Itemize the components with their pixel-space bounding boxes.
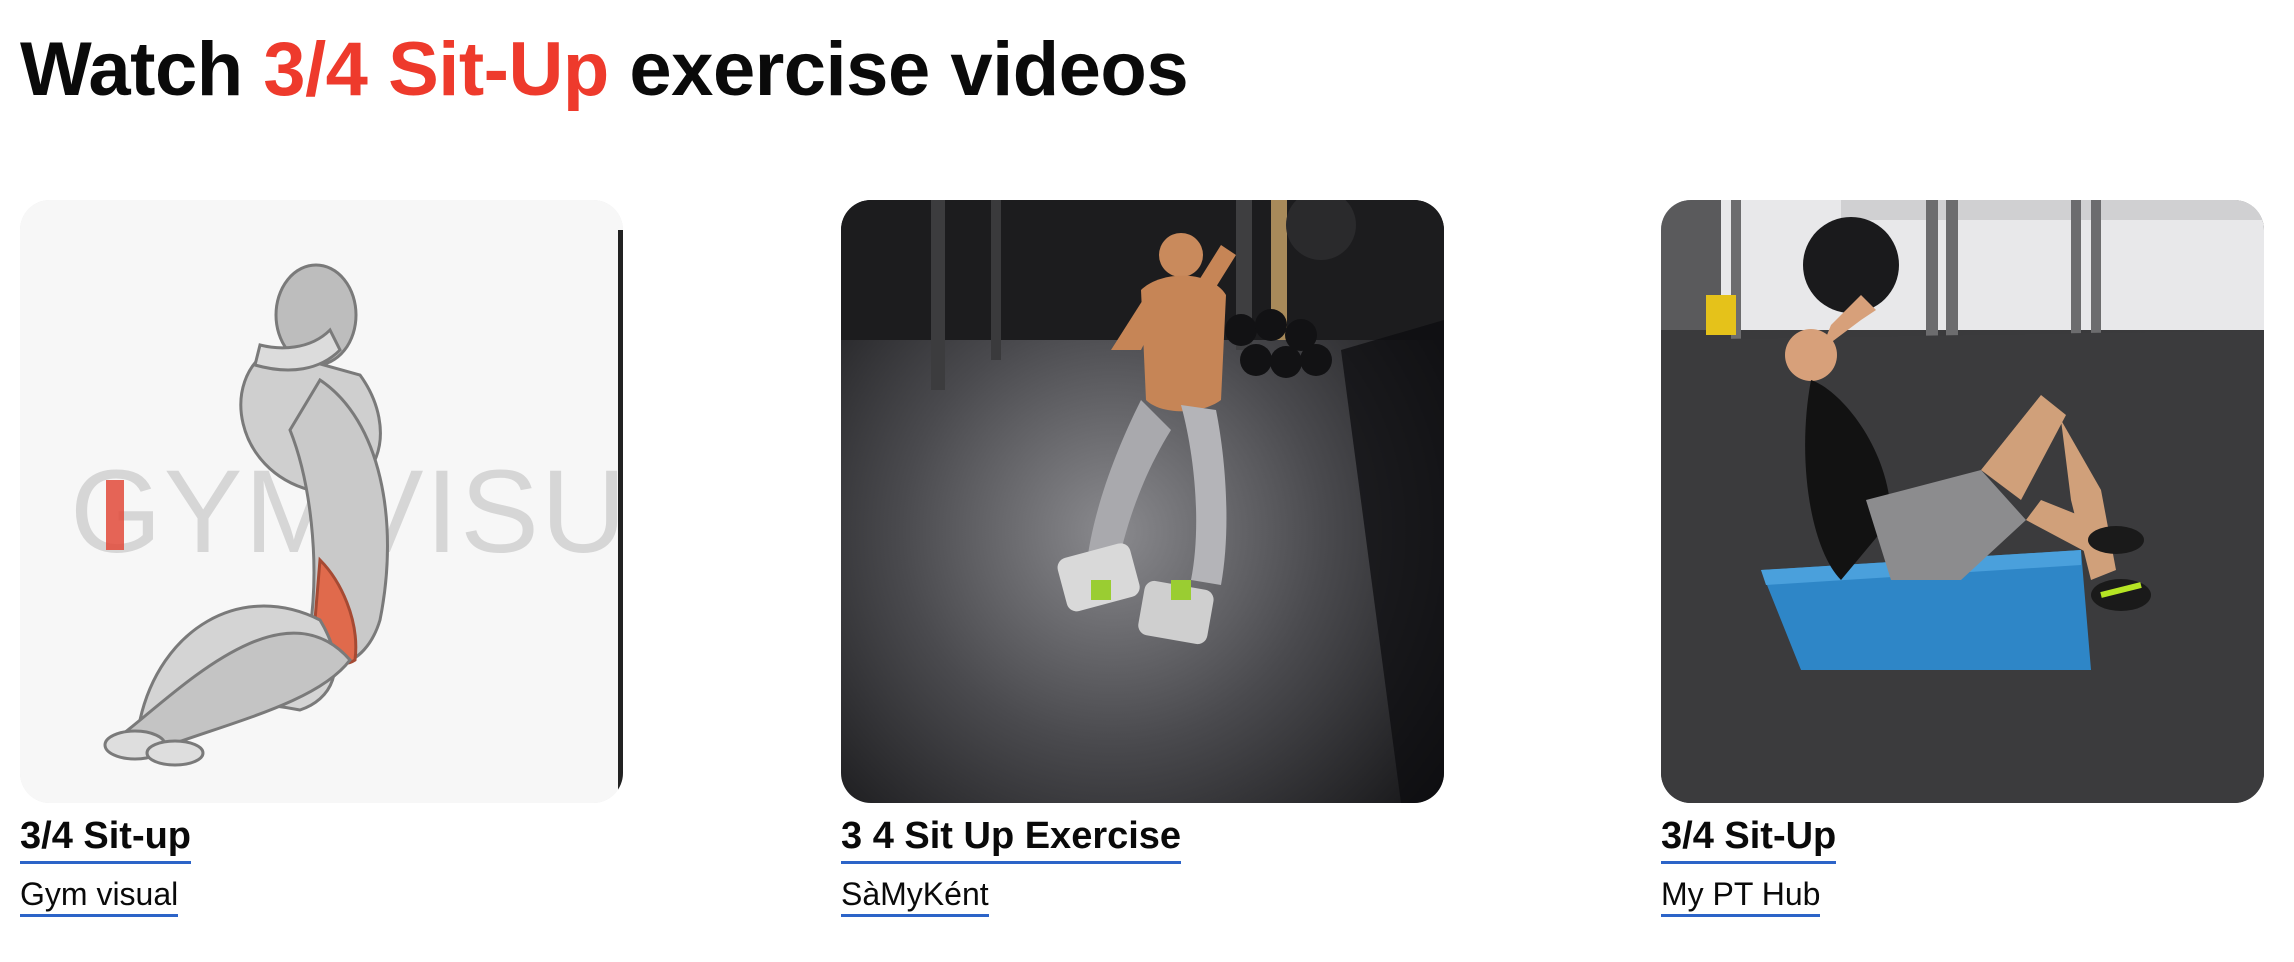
video-author-link[interactable]: SàMyKént (841, 874, 989, 917)
video-thumbnail[interactable] (841, 200, 1444, 803)
video-author-link[interactable]: Gym visual (20, 874, 179, 917)
video-thumbnail[interactable]: GYMVISUAL (20, 200, 623, 803)
mat-situp-photo (1661, 200, 2264, 803)
video-title-link[interactable]: 3/4 Sit-up (20, 811, 192, 864)
title-suffix: exercise videos (608, 27, 1189, 112)
anatomy-illustration: GYMVISUAL (20, 200, 623, 803)
video-thumbnail[interactable] (1661, 200, 2264, 803)
title-prefix: Watch (20, 27, 264, 112)
video-title-link[interactable]: 3/4 Sit-Up (1661, 811, 1837, 864)
video-card: 3 4 Sit Up Exercise SàMyKént (841, 200, 1444, 917)
video-title-link[interactable]: 3 4 Sit Up Exercise (841, 811, 1182, 864)
video-author-link[interactable]: My PT Hub (1661, 874, 1821, 917)
video-card: 3/4 Sit-Up My PT Hub (1661, 200, 2264, 917)
gym-situp-photo (841, 200, 1444, 803)
page-title: Watch 3/4 Sit-Up exercise videos (20, 22, 1189, 118)
title-highlight: 3/4 Sit-Up (263, 27, 609, 112)
video-card: GYMVISUAL 3/4 Sit-up Gym visual (20, 200, 623, 917)
